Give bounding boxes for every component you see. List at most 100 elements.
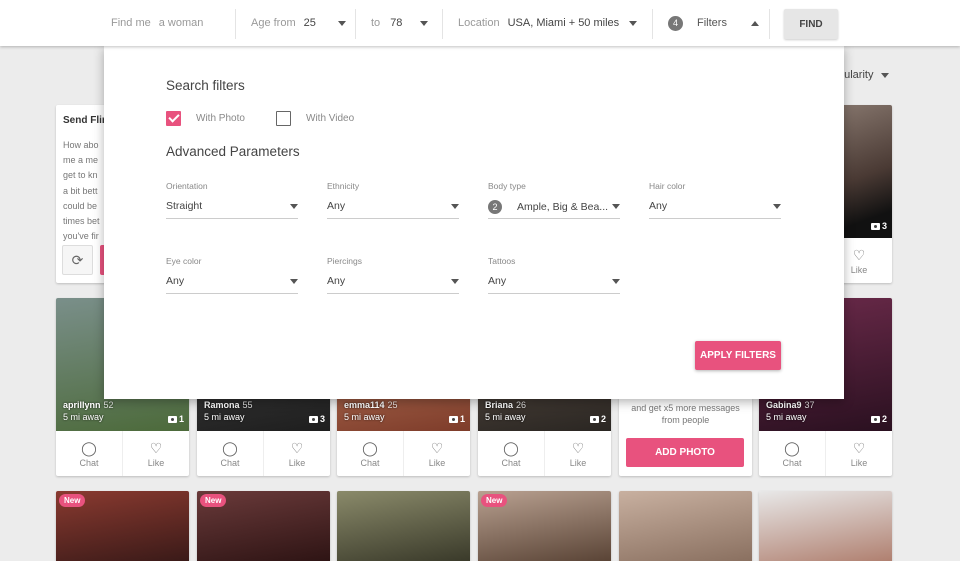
eye-color-select[interactable]: Eye color Any: [166, 256, 298, 294]
like-button[interactable]: ♡ Like: [403, 431, 470, 476]
find-button[interactable]: FIND: [784, 9, 838, 39]
search-bar: Find me a woman Age from 25 to 78 Locati…: [0, 0, 960, 46]
orientation-label: Orientation: [166, 181, 208, 191]
photo-count: 2: [589, 414, 606, 424]
like-label: Like: [850, 264, 868, 275]
like-button[interactable]: ♡ Like: [263, 431, 330, 476]
card-actions: ◯ Chat ♡ Like: [197, 431, 330, 476]
chat-button[interactable]: ◯ Chat: [56, 431, 122, 476]
body-type-select[interactable]: Body type 2 Ample, Big & Bea...: [488, 181, 620, 219]
age-to-select[interactable]: to 78: [371, 0, 429, 46]
divider: [355, 9, 356, 39]
like-label: Like: [147, 457, 165, 468]
with-video-checkbox[interactable]: [276, 111, 291, 126]
tattoos-value: Any: [488, 275, 507, 287]
like-button[interactable]: ♡ Like: [544, 431, 611, 476]
hair-color-select[interactable]: Hair color Any: [649, 181, 781, 219]
new-badge: New: [59, 494, 86, 507]
ethnicity-label: Ethnicity: [327, 181, 360, 191]
chat-label: Chat: [220, 457, 240, 468]
like-label: Like: [850, 457, 868, 468]
chat-label: Chat: [782, 457, 802, 468]
profile-card[interactable]: [337, 491, 470, 561]
profile-age: 52: [103, 400, 114, 410]
flirt-title: Send Flir: [63, 115, 106, 126]
profile-photo[interactable]: [337, 491, 470, 561]
body-type-value: 2 Ample, Big & Bea...: [488, 200, 608, 214]
profile-card[interactable]: New: [197, 491, 330, 561]
profile-name: aprillynn 52: [63, 400, 114, 410]
apply-filters-button[interactable]: APPLY FILTERS: [695, 341, 781, 370]
card-actions: ◯ Chat ♡ Like: [759, 431, 892, 476]
photo-count: 3: [308, 414, 325, 424]
profile-age: 25: [387, 400, 398, 410]
promo-line: from people: [661, 415, 710, 425]
profile-card[interactable]: New: [56, 491, 189, 561]
chat-button[interactable]: ◯ Chat: [197, 431, 263, 476]
card-actions: ◯ Chat ♡ Like: [478, 431, 611, 476]
search-filters-heading: Search filters: [166, 78, 245, 93]
chevron-up-icon: [750, 20, 759, 26]
chevron-down-icon: [451, 204, 459, 209]
camera-icon: [870, 415, 880, 423]
piercings-select[interactable]: Piercings Any: [327, 256, 459, 294]
camera-icon: [589, 415, 599, 423]
like-button[interactable]: ♡ Like: [825, 431, 892, 476]
promo-text: and get x5 more messages from people: [619, 402, 752, 426]
profile-card[interactable]: New: [478, 491, 611, 561]
profile-distance: 5 mi away: [485, 412, 526, 422]
with-photo-checkbox[interactable]: [166, 111, 181, 126]
find-me-select[interactable]: Find me a woman: [111, 0, 203, 46]
chevron-down-icon: [629, 20, 638, 26]
with-photo-label: With Photo: [196, 113, 245, 124]
age-from-select[interactable]: Age from 25: [251, 0, 346, 46]
profile-photo[interactable]: [619, 491, 752, 561]
heart-icon: ♡: [430, 439, 444, 456]
tattoos-select[interactable]: Tattoos Any: [488, 256, 620, 294]
profile-distance: 5 mi away: [344, 412, 385, 422]
like-label: Like: [428, 457, 446, 468]
ethnicity-select[interactable]: Ethnicity Any: [327, 181, 459, 219]
body-type-text: Ample, Big & Bea...: [517, 201, 609, 213]
new-badge: New: [481, 494, 508, 507]
chat-button[interactable]: ◯ Chat: [478, 431, 544, 476]
speech-bubble-icon: ◯: [362, 439, 378, 456]
add-photo-button[interactable]: ADD PHOTO: [626, 438, 744, 467]
chat-label: Chat: [79, 457, 99, 468]
promo-line: and get x5 more messages: [631, 403, 740, 413]
profile-card[interactable]: [619, 491, 752, 561]
orientation-select[interactable]: Orientation Straight: [166, 181, 298, 219]
card-actions: ◯ Chat ♡ Like: [56, 431, 189, 476]
like-button[interactable]: ♡ Like: [122, 431, 189, 476]
divider: [235, 9, 236, 39]
orientation-value: Straight: [166, 200, 203, 212]
piercings-label: Piercings: [327, 256, 362, 266]
profile-photo[interactable]: [759, 491, 892, 561]
divider: [652, 9, 653, 39]
location-value: USA, Miami + 50 miles: [507, 17, 620, 29]
sort-dropdown[interactable]: pularity: [838, 69, 890, 81]
profile-distance: 5 mi away: [63, 412, 104, 422]
filters-toggle[interactable]: 4 Filters: [668, 0, 759, 46]
age-from-label: Age from: [251, 17, 296, 29]
profile-card[interactable]: [759, 491, 892, 561]
chevron-down-icon: [290, 204, 298, 209]
advanced-parameters-heading: Advanced Parameters: [166, 144, 300, 159]
divider: [442, 9, 443, 39]
camera-icon: [870, 222, 880, 230]
photo-count: 1: [167, 414, 184, 424]
eye-color-value: Any: [166, 275, 185, 287]
chat-button[interactable]: ◯ Chat: [337, 431, 403, 476]
body-type-label: Body type: [488, 181, 526, 191]
chevron-down-icon: [451, 279, 459, 284]
profile-name: Briana 26: [485, 400, 527, 410]
ethnicity-value: Any: [327, 200, 346, 212]
card-actions: ◯ Chat ♡ Like: [337, 431, 470, 476]
location-select[interactable]: Location USA, Miami + 50 miles: [458, 0, 638, 46]
refresh-icon: ⟳: [71, 251, 84, 268]
chat-button[interactable]: ◯ Chat: [759, 431, 825, 476]
tattoos-label: Tattoos: [488, 256, 516, 266]
find-me-value: a woman: [158, 17, 204, 29]
photo-count: 1: [448, 414, 465, 424]
refresh-button[interactable]: ⟳: [62, 245, 93, 275]
